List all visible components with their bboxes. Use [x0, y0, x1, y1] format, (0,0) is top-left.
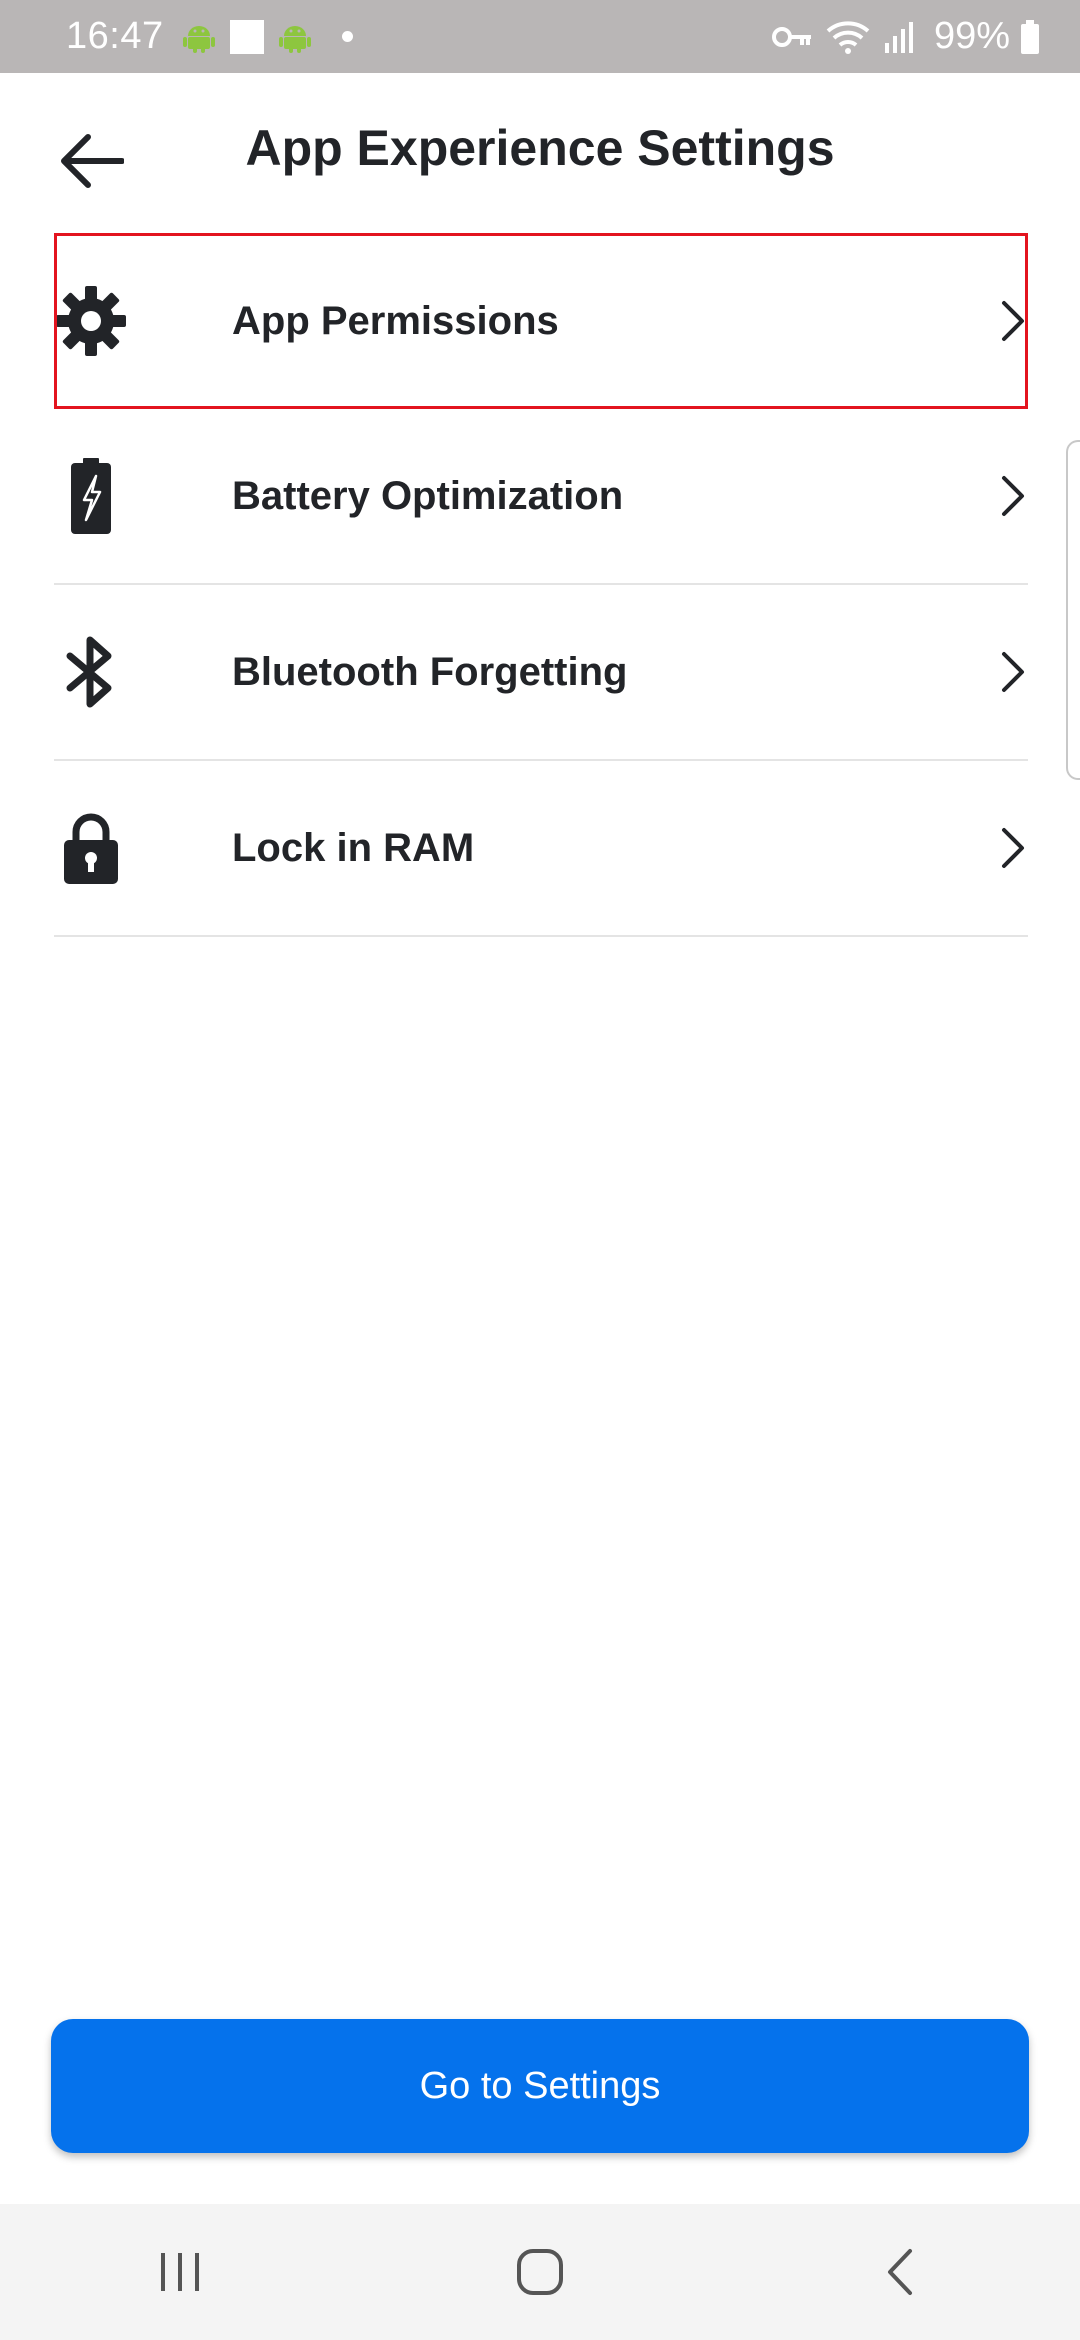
list-item-battery-optimization[interactable]: Battery Optimization	[54, 409, 1028, 585]
go-to-settings-button[interactable]: Go to Settings	[51, 2019, 1029, 2153]
notification-dot-icon	[341, 31, 353, 42]
status-time: 16:47	[66, 15, 164, 57]
android-icon	[278, 20, 312, 54]
list-item-label: Battery Optimization	[232, 473, 624, 518]
gear-icon	[56, 281, 126, 361]
wifi-icon	[826, 19, 870, 55]
signal-icon	[884, 21, 914, 53]
nav-back-button[interactable]	[840, 2212, 960, 2332]
list-item-label: Lock in RAM	[232, 825, 475, 870]
list-item-label: App Permissions	[232, 298, 559, 343]
home-icon	[517, 2249, 563, 2295]
status-bar-right: 99%	[771, 15, 1040, 58]
list-item-bluetooth-forgetting[interactable]: Bluetooth Forgetting	[54, 585, 1028, 761]
chevron-right-icon	[1002, 301, 1024, 341]
recent-apps-icon	[161, 2253, 199, 2291]
list-item-lock-in-ram[interactable]: Lock in RAM	[54, 761, 1028, 937]
home-button[interactable]	[480, 2212, 600, 2332]
key-icon	[771, 25, 812, 49]
chevron-right-icon	[1002, 828, 1024, 868]
page-title: App Experience Settings	[245, 120, 835, 176]
system-nav-bar	[0, 2204, 1080, 2340]
chevron-right-icon	[1002, 476, 1024, 516]
app-header: App Experience Settings	[0, 73, 1080, 233]
list-item-app-permissions[interactable]: App Permissions	[54, 233, 1028, 409]
status-bar-left: 16:47	[66, 15, 353, 58]
lock-icon	[56, 808, 126, 888]
chevron-right-icon	[1002, 652, 1024, 692]
battery-percent: 99%	[933, 15, 1010, 57]
white-square-icon	[229, 19, 264, 54]
battery-icon	[1020, 19, 1040, 54]
back-icon	[888, 2249, 912, 2295]
scroll-indicator[interactable]	[1066, 440, 1080, 780]
recent-apps-button[interactable]	[120, 2212, 240, 2332]
battery-icon	[56, 456, 126, 536]
bluetooth-icon	[56, 632, 126, 712]
status-bar: 16:47 99%	[0, 0, 1080, 73]
settings-list: App Permissions Battery Optimization Blu…	[54, 233, 1028, 937]
android-icon	[182, 20, 216, 54]
list-item-label: Bluetooth Forgetting	[232, 649, 628, 694]
